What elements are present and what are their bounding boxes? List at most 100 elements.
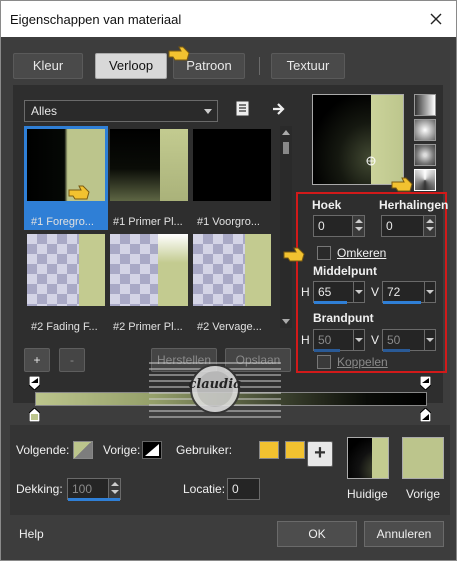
thumbnail-4[interactable] xyxy=(27,234,105,306)
middelpunt-h-field[interactable]: 65 xyxy=(313,281,365,303)
next-swatch[interactable] xyxy=(73,441,93,459)
thumbnail-1[interactable] xyxy=(27,129,105,201)
thumbnail-label: #2 Vervage... xyxy=(197,321,262,333)
hoek-label: Hoek xyxy=(312,198,342,212)
current-material-preview[interactable] xyxy=(347,437,389,479)
middelpunt-h-value: 65 xyxy=(318,285,332,299)
ok-button[interactable]: OK xyxy=(277,521,357,547)
user-swatch-2[interactable] xyxy=(285,441,305,459)
omkeren-label: Omkeren xyxy=(337,246,387,260)
tab-separator xyxy=(259,57,260,75)
brandpunt-v-dropdown[interactable] xyxy=(424,330,435,350)
middelpunt-v-field[interactable]: 72 xyxy=(382,281,436,303)
category-value: Alles xyxy=(31,104,58,118)
thumbnail-label: #1 Primer Pl... xyxy=(113,216,183,228)
locatie-value: 0 xyxy=(232,482,239,496)
pointing-hand-icon xyxy=(390,175,416,198)
category-select[interactable]: Alles xyxy=(24,100,218,122)
thumbnail-label: #1 Foregro... xyxy=(31,216,94,228)
cancel-button[interactable]: Annuleren xyxy=(364,521,444,547)
watermark-logo: claudia xyxy=(149,353,281,427)
user-swatch-1[interactable] xyxy=(259,441,279,459)
arrow-right-icon[interactable] xyxy=(271,101,287,117)
dekking-slider[interactable] xyxy=(68,498,120,501)
chevron-down-icon xyxy=(204,109,212,114)
middelpunt-h-label: H xyxy=(301,285,310,299)
hoek-field[interactable]: 0 xyxy=(313,215,365,237)
close-icon[interactable] xyxy=(422,5,450,33)
sunburst-style-button[interactable] xyxy=(414,169,436,191)
thumbnail-5[interactable] xyxy=(110,234,188,306)
help-link[interactable]: Help xyxy=(19,527,44,541)
brandpunt-h-value: 50 xyxy=(318,333,332,347)
tab-verloop[interactable]: Verloop xyxy=(95,53,167,79)
volgende-label: Volgende: xyxy=(16,443,70,457)
dekking-value: 100 xyxy=(72,482,93,496)
thumbnail-3[interactable] xyxy=(193,129,271,201)
locatie-label: Locatie: xyxy=(183,482,226,496)
remove-gradient-button[interactable]: - xyxy=(59,348,85,372)
scroll-down-icon[interactable] xyxy=(282,319,290,324)
window-title: Eigenschappen van materiaal xyxy=(10,12,182,27)
brandpunt-h-dropdown[interactable] xyxy=(353,330,364,350)
brandpunt-h-slider[interactable] xyxy=(314,349,340,352)
tab-kleur[interactable]: Kleur xyxy=(13,53,83,79)
gradient-stop-bottom-left[interactable] xyxy=(28,407,41,423)
previous-material-preview[interactable] xyxy=(402,437,444,479)
tab-textuur[interactable]: Textuur xyxy=(271,53,345,79)
middelpunt-h-slider[interactable] xyxy=(314,301,347,304)
herhalingen-field[interactable]: 0 xyxy=(381,215,436,237)
thumbnail-2[interactable] xyxy=(110,129,188,201)
brandpunt-h-label: H xyxy=(301,333,310,347)
title-bar: Eigenschappen van materiaal xyxy=(1,1,456,37)
add-gradient-button[interactable]: + xyxy=(24,348,50,372)
rectangular-style-button[interactable] xyxy=(414,119,436,141)
pointing-hand-icon xyxy=(67,183,93,206)
radial-style-button[interactable] xyxy=(414,144,436,166)
hoek-stepper[interactable] xyxy=(352,216,364,236)
watermark-text: claudia xyxy=(188,377,242,392)
koppelen-checkbox[interactable] xyxy=(317,355,331,369)
thumbnail-label: #1 Voorgro... xyxy=(197,216,260,228)
add-to-swatches-button[interactable]: + xyxy=(307,441,333,467)
gradient-stop-top-left[interactable] xyxy=(28,375,41,391)
middelpunt-h-dropdown[interactable] xyxy=(353,282,364,302)
scroll-up-icon[interactable] xyxy=(282,130,290,135)
material-properties-dialog: Eigenschappen van materiaal Kleur Verloo… xyxy=(0,0,457,561)
brandpunt-label: Brandpunt xyxy=(313,311,374,325)
gebruiker-label: Gebruiker: xyxy=(176,443,233,457)
gradient-stop-bottom-right[interactable] xyxy=(419,407,432,423)
middelpunt-v-slider[interactable] xyxy=(383,301,421,304)
list-view-icon[interactable] xyxy=(235,100,251,118)
brandpunt-h-field[interactable]: 50 xyxy=(313,329,365,351)
herhalingen-value: 0 xyxy=(386,219,393,233)
dekking-field[interactable]: 100 xyxy=(67,478,121,500)
thumbnail-6[interactable] xyxy=(193,234,271,306)
locatie-field[interactable]: 0 xyxy=(227,478,260,500)
brandpunt-v-value: 50 xyxy=(387,333,401,347)
herhalingen-stepper[interactable] xyxy=(423,216,435,236)
brandpunt-v-field[interactable]: 50 xyxy=(382,329,436,351)
herhalingen-label: Herhalingen xyxy=(379,198,449,212)
pointing-hand-icon xyxy=(282,245,308,268)
focus-point-icon[interactable] xyxy=(366,155,376,169)
vorige-preview-label: Vorige xyxy=(406,487,441,501)
gradient-preview[interactable] xyxy=(312,94,404,185)
hoek-value: 0 xyxy=(318,219,325,233)
middelpunt-v-dropdown[interactable] xyxy=(424,282,435,302)
huidige-label: Huidige xyxy=(347,487,388,501)
scroll-thumb[interactable] xyxy=(283,142,289,154)
gradient-stop-top-right[interactable] xyxy=(419,375,432,391)
omkeren-checkbox[interactable] xyxy=(317,246,331,260)
linear-style-button[interactable] xyxy=(414,94,436,116)
brandpunt-v-slider[interactable] xyxy=(383,349,410,352)
dekking-stepper[interactable] xyxy=(108,479,120,499)
thumbnail-label: #2 Fading F... xyxy=(31,321,98,333)
vorige-label: Vorige: xyxy=(103,443,141,457)
thumbnail-scrollbar[interactable] xyxy=(280,126,292,328)
previous-swatch[interactable] xyxy=(142,441,162,459)
dekking-label: Dekking: xyxy=(16,482,63,496)
middelpunt-v-value: 72 xyxy=(387,285,401,299)
pointing-hand-icon xyxy=(167,44,193,67)
middelpunt-v-label: V xyxy=(371,285,380,299)
